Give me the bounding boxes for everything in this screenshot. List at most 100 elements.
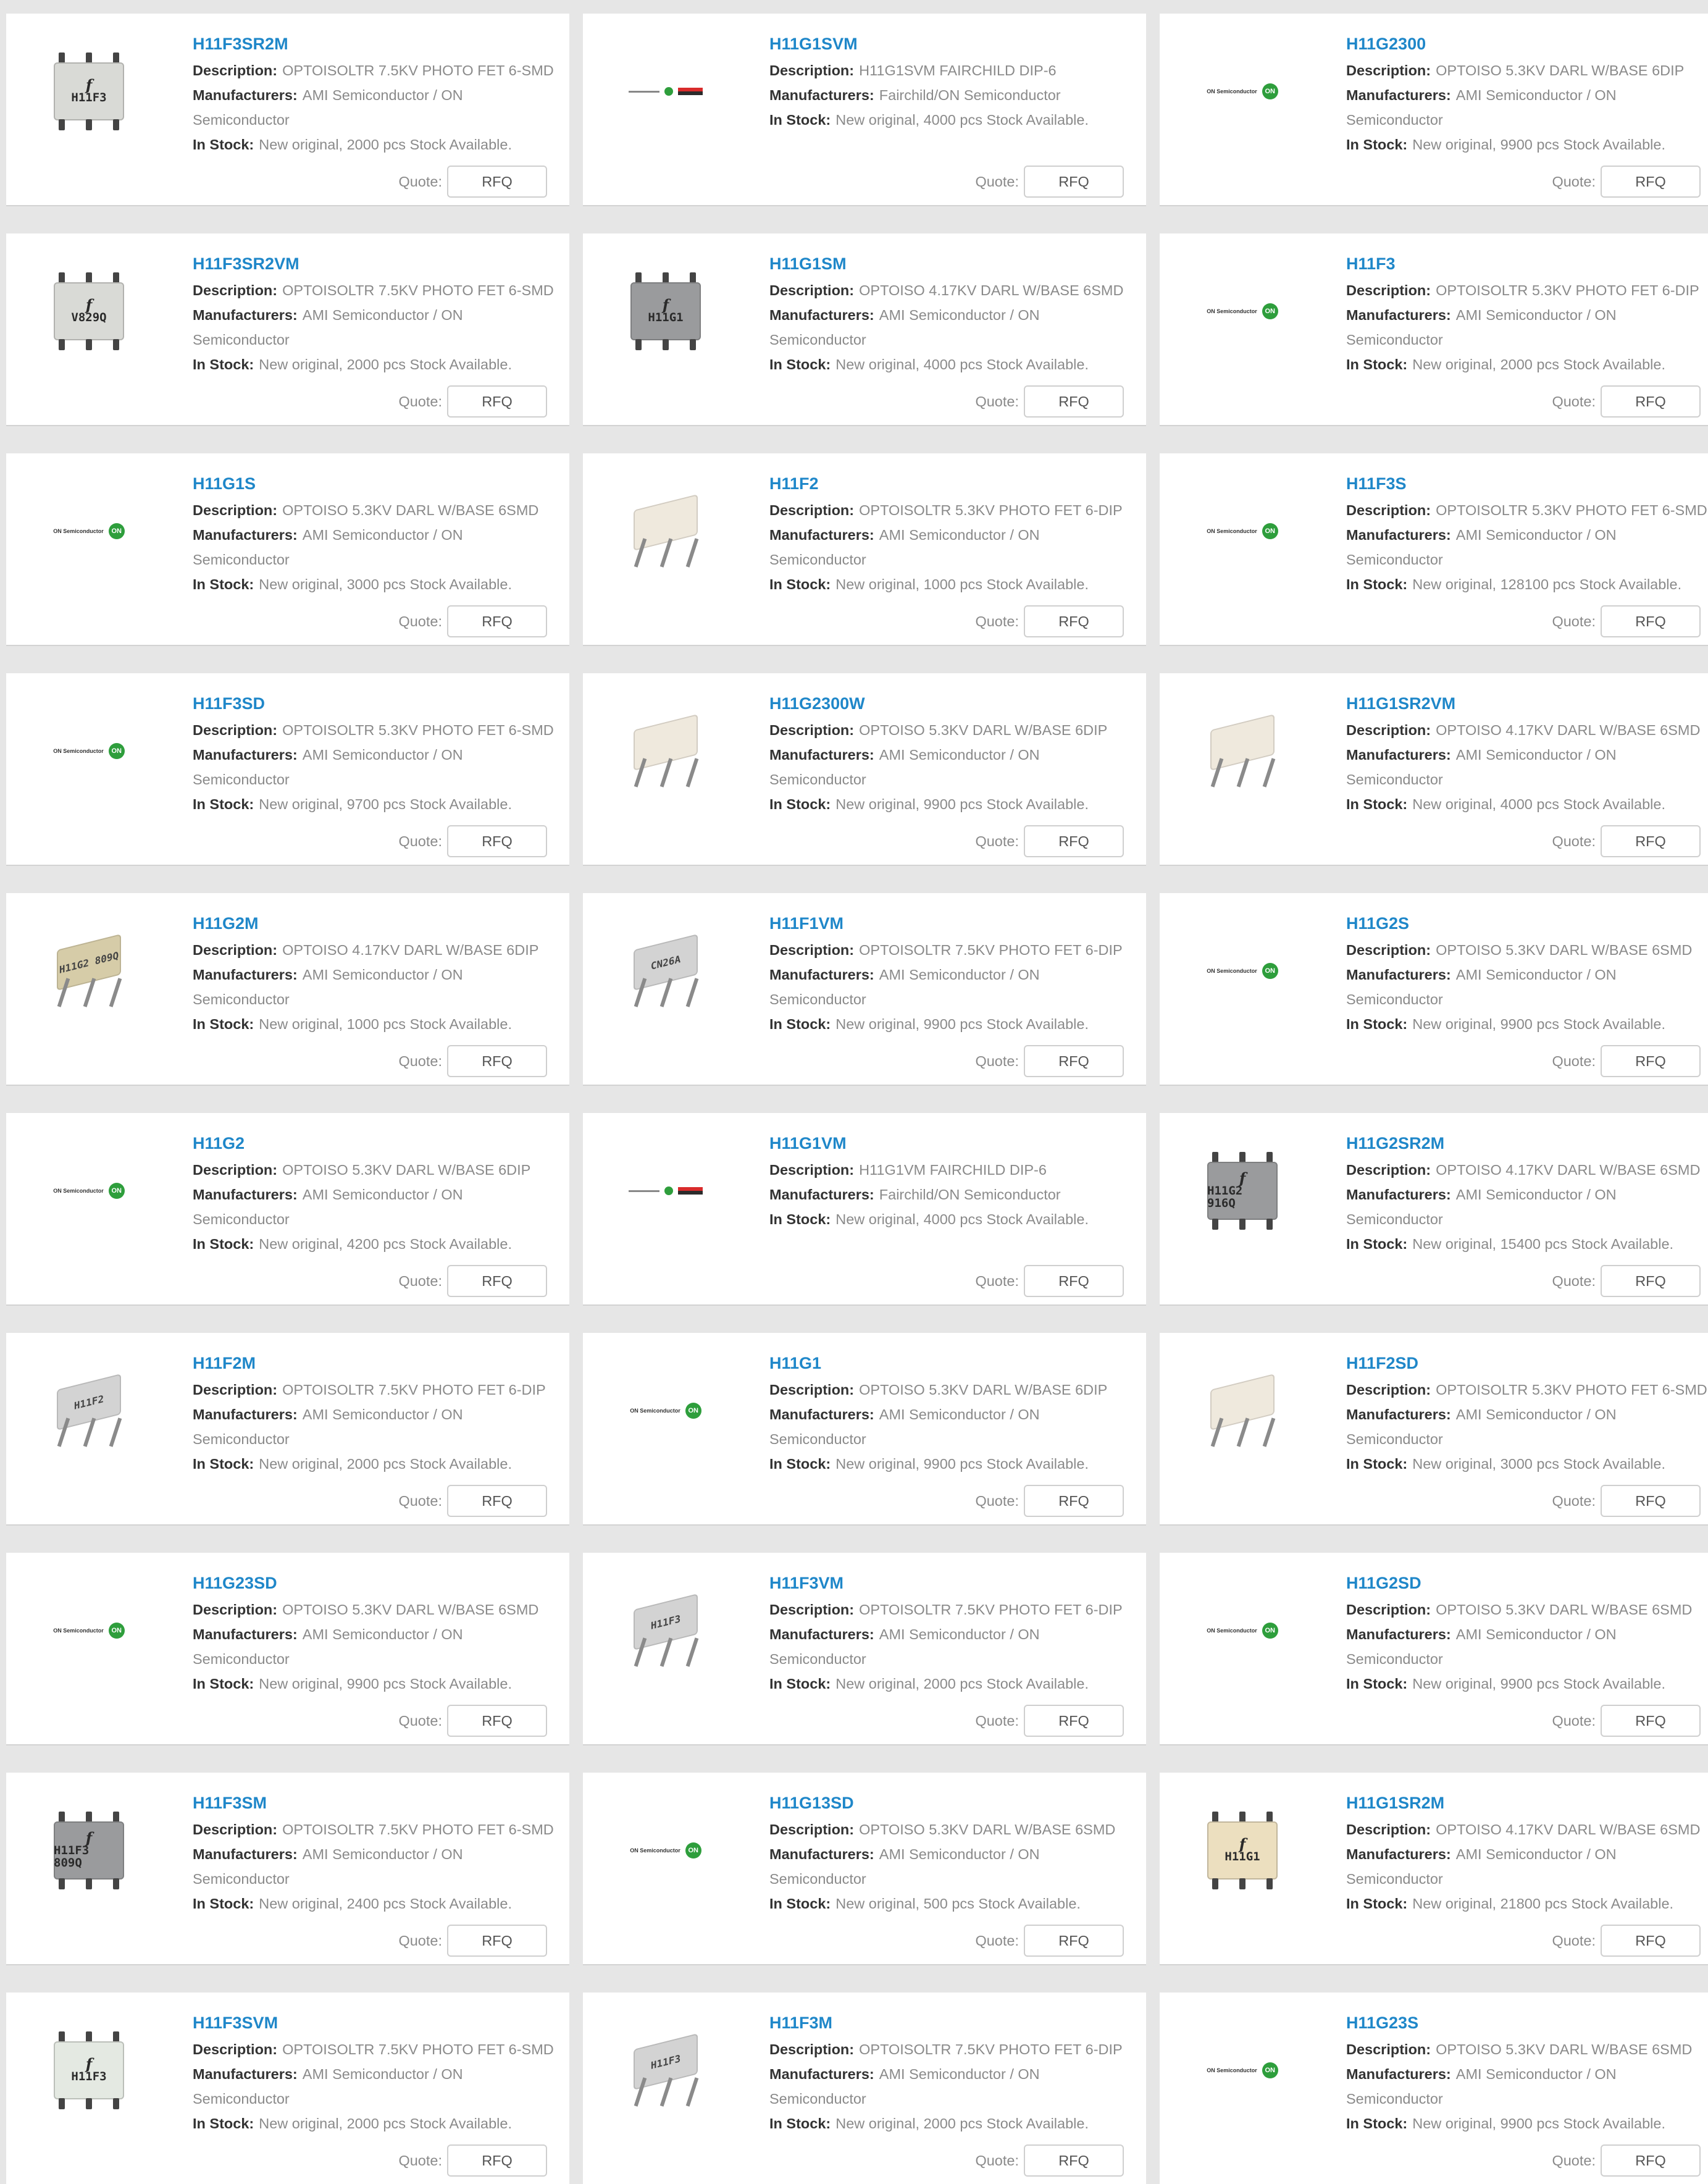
- rfq-button[interactable]: RFQ: [447, 385, 547, 418]
- product-title-link[interactable]: H11G2SR2M: [1346, 1130, 1708, 1156]
- product-title-link[interactable]: H11G13SD: [769, 1790, 1146, 1816]
- product-title-link[interactable]: H11F3SM: [193, 1790, 569, 1816]
- rfq-button[interactable]: RFQ: [1601, 1925, 1701, 1957]
- product-title-link[interactable]: H11F3VM: [769, 1570, 1146, 1596]
- product-title-link[interactable]: H11F2SD: [1346, 1350, 1708, 1376]
- product-image[interactable]: f H11G2 916Q: [1182, 1130, 1303, 1251]
- in-stock-label: In Stock:: [769, 2115, 831, 2132]
- product-image[interactable]: CN26A: [605, 910, 726, 1031]
- product-title-link[interactable]: H11F3SD: [193, 691, 569, 716]
- product-title-link[interactable]: H11G1SM: [769, 251, 1146, 277]
- product-image[interactable]: f H11F3 809Q: [28, 1790, 149, 1911]
- product-image[interactable]: ON Semiconductor ON: [605, 1790, 726, 1911]
- product-title-link[interactable]: H11F1VM: [769, 910, 1146, 936]
- product-title-link[interactable]: H11F3M: [769, 2010, 1146, 2036]
- product-title-link[interactable]: H11G1S: [193, 471, 569, 497]
- product-image[interactable]: ON Semiconductor ON: [28, 691, 149, 812]
- rfq-button[interactable]: RFQ: [447, 1705, 547, 1737]
- rfq-button[interactable]: RFQ: [1601, 825, 1701, 857]
- product-image[interactable]: ON Semiconductor ON: [1182, 251, 1303, 372]
- product-title-link[interactable]: H11F3SR2VM: [193, 251, 569, 277]
- product-title-link[interactable]: H11F3S: [1346, 471, 1708, 497]
- product-title-link[interactable]: H11G1VM: [769, 1130, 1146, 1156]
- rfq-button[interactable]: RFQ: [1024, 385, 1124, 418]
- rfq-button[interactable]: RFQ: [1601, 605, 1701, 637]
- rfq-button[interactable]: RFQ: [1601, 385, 1701, 418]
- product-image[interactable]: ON Semiconductor ON: [1182, 471, 1303, 592]
- product-image[interactable]: f H11G1: [605, 251, 726, 372]
- rfq-button[interactable]: RFQ: [1024, 825, 1124, 857]
- product-title-link[interactable]: H11G23SD: [193, 1570, 569, 1596]
- product-image[interactable]: [605, 471, 726, 592]
- product-title-link[interactable]: H11G23S: [1346, 2010, 1708, 2036]
- product-image[interactable]: f H11F3: [28, 31, 149, 152]
- rfq-button[interactable]: RFQ: [1024, 1045, 1124, 1077]
- rfq-button[interactable]: RFQ: [447, 1265, 547, 1297]
- product-info: H11G1SR2VM Description: OPTOISO 4.17KV DA…: [1346, 691, 1708, 817]
- quote-label: Quote:: [398, 833, 442, 849]
- product-title-link[interactable]: H11G1SR2VM: [1346, 691, 1708, 716]
- product-title-link[interactable]: H11G1: [769, 1350, 1146, 1376]
- chip-pins: [59, 1878, 119, 1889]
- rfq-button[interactable]: RFQ: [1601, 166, 1701, 198]
- description-label: Description:: [193, 62, 278, 78]
- rfq-button[interactable]: RFQ: [1601, 1265, 1701, 1297]
- product-title-link[interactable]: H11G2M: [193, 910, 569, 936]
- product-image[interactable]: H11F3: [605, 2010, 726, 2131]
- product-title-link[interactable]: H11F3SR2M: [193, 31, 569, 57]
- rfq-button[interactable]: RFQ: [1024, 2144, 1124, 2177]
- product-card: ON Semiconductor ON H11F3 Description: OPT…: [1160, 233, 1708, 425]
- product-image[interactable]: ON Semiconductor ON: [28, 1570, 149, 1691]
- stock-value: New original, 4000 pcs Stock Available.: [835, 112, 1089, 128]
- rfq-button[interactable]: RFQ: [447, 166, 547, 198]
- product-image[interactable]: H11G2 809Q: [28, 910, 149, 1031]
- rfq-button[interactable]: RFQ: [447, 1925, 547, 1957]
- product-title-link[interactable]: H11F3SVM: [193, 2010, 569, 2036]
- product-image[interactable]: [1182, 691, 1303, 812]
- rfq-button[interactable]: RFQ: [1024, 605, 1124, 637]
- rfq-button[interactable]: RFQ: [447, 2144, 547, 2177]
- rfq-button[interactable]: RFQ: [447, 605, 547, 637]
- rfq-button[interactable]: RFQ: [1024, 1265, 1124, 1297]
- product-image[interactable]: ON Semiconductor ON: [1182, 2010, 1303, 2131]
- product-title-link[interactable]: H11F2: [769, 471, 1146, 497]
- product-image[interactable]: ON Semiconductor ON: [1182, 910, 1303, 1031]
- product-image[interactable]: [605, 31, 726, 152]
- rfq-button[interactable]: RFQ: [1024, 166, 1124, 198]
- manufacturers-label: Manufacturers:: [1346, 1406, 1451, 1422]
- rfq-button[interactable]: RFQ: [1601, 1045, 1701, 1077]
- product-image[interactable]: H11F3: [605, 1570, 726, 1691]
- rfq-button[interactable]: RFQ: [1024, 1705, 1124, 1737]
- rfq-button[interactable]: RFQ: [1601, 1705, 1701, 1737]
- description-value: OPTOISO 4.17KV DARL W/BASE 6SMD: [1436, 1821, 1701, 1838]
- product-info: H11G2 Description: OPTOISO 5.3KV DARL W/B…: [193, 1130, 569, 1256]
- product-title-link[interactable]: H11G2SD: [1346, 1570, 1708, 1596]
- product-title-link[interactable]: H11G1SVM: [769, 31, 1146, 57]
- product-title-link[interactable]: H11F3: [1346, 251, 1708, 277]
- product-image[interactable]: f H11G1: [1182, 1790, 1303, 1911]
- rfq-button[interactable]: RFQ: [1601, 2144, 1701, 2177]
- product-image[interactable]: ON Semiconductor ON: [1182, 1570, 1303, 1691]
- product-image[interactable]: f V829Q: [28, 251, 149, 372]
- product-image[interactable]: ON Semiconductor ON: [605, 1350, 726, 1471]
- rfq-button[interactable]: RFQ: [1601, 1485, 1701, 1517]
- rfq-button[interactable]: RFQ: [447, 1045, 547, 1077]
- product-image[interactable]: ON Semiconductor ON: [1182, 31, 1303, 152]
- product-image[interactable]: [605, 691, 726, 812]
- rfq-button[interactable]: RFQ: [1024, 1485, 1124, 1517]
- product-title-link[interactable]: H11G1SR2M: [1346, 1790, 1708, 1816]
- product-title-link[interactable]: H11G2S: [1346, 910, 1708, 936]
- rfq-button[interactable]: RFQ: [447, 825, 547, 857]
- rfq-button[interactable]: RFQ: [447, 1485, 547, 1517]
- product-image[interactable]: [605, 1130, 726, 1251]
- product-image[interactable]: H11F2: [28, 1350, 149, 1471]
- product-image[interactable]: ON Semiconductor ON: [28, 471, 149, 592]
- product-image[interactable]: [1182, 1350, 1303, 1471]
- product-image[interactable]: f H11F3: [28, 2010, 149, 2131]
- product-title-link[interactable]: H11F2M: [193, 1350, 569, 1376]
- rfq-button[interactable]: RFQ: [1024, 1925, 1124, 1957]
- product-title-link[interactable]: H11G2300W: [769, 691, 1146, 716]
- product-title-link[interactable]: H11G2300: [1346, 31, 1708, 57]
- product-title-link[interactable]: H11G2: [193, 1130, 569, 1156]
- product-image[interactable]: ON Semiconductor ON: [28, 1130, 149, 1251]
